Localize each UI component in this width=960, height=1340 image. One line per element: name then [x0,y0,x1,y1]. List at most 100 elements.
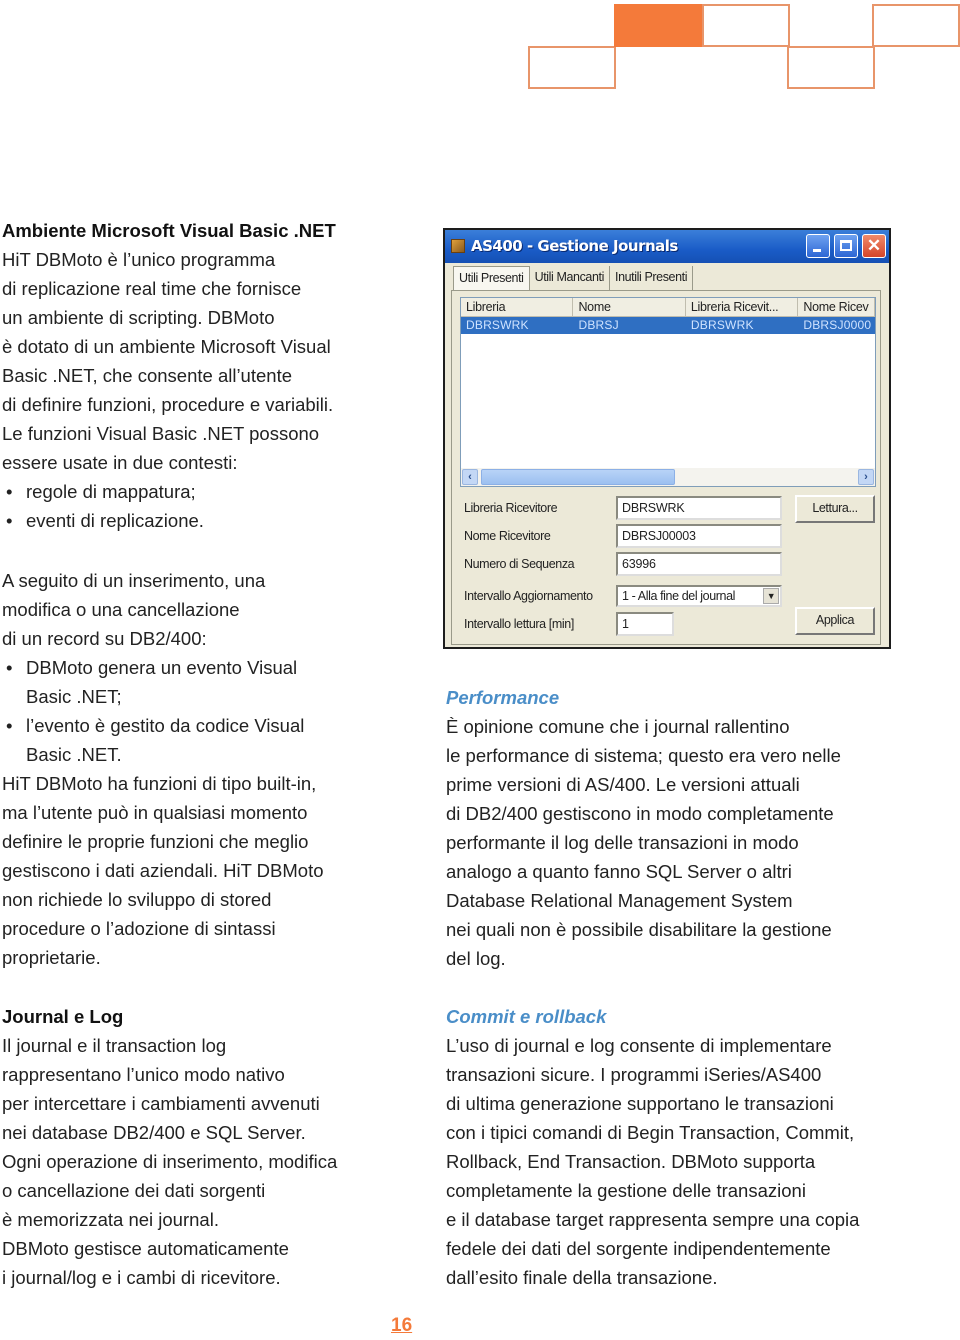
column-header-nome[interactable]: Nome [573,298,686,316]
text-line: nei quali non è possibile disabilitare l… [446,919,832,940]
text-line: È opinione comune che i journal rallenti… [446,716,790,737]
text-line: è dotato di un ambiente Microsoft Visual [2,336,331,357]
text-line: transazioni sicure. I programmi iSeries/… [446,1064,822,1085]
text-line: di un record su DB2/400: [2,628,207,649]
text-line: A seguito di un inserimento, una [2,570,266,591]
text-line: Database Relational Management System [446,890,793,911]
left-column-section2: A seguito di un inserimento, una modific… [2,566,372,972]
text-line: di ultima generazione supportano le tran… [446,1093,834,1114]
window-title: AS400 - Gestione Journals [471,237,678,255]
left-column: Ambiente Microsoft Visual Basic .NET HiT… [2,216,372,535]
decor-box [787,46,875,89]
app-icon [451,239,465,253]
close-icon: ✕ [866,236,882,255]
text-line: per intercettare i cambiamenti avvenuti [2,1093,320,1114]
bullet-item: DBMoto genera un evento Visual [2,653,372,682]
select-intervallo-aggiornamento[interactable]: 1 - Alla fine del journal ▼ [616,585,782,607]
label-numero-sequenza: Numero di Sequenza [464,557,575,571]
decor-box [528,46,616,89]
heading-commit-rollback: Commit e rollback [446,1006,607,1027]
text-line: un ambiente di scripting. DBMoto [2,307,275,328]
input-numero-sequenza[interactable]: 63996 [616,552,782,576]
text-line: Ogni operazione di inserimento, modifica [2,1151,338,1172]
bullet-item: eventi di replicazione. [2,506,372,535]
text-line: ma l’utente può in qualsiasi momento [2,802,308,823]
cell-libreria-ricevitore: DBRSWRK [690,318,754,332]
right-column-commit: Commit e rollback L’uso di journal e log… [446,1002,926,1292]
maximize-button[interactable] [834,234,858,258]
label-intervallo-lettura: Intervallo lettura [min] [464,617,574,631]
tab-bar: Utili Presenti Utili Mancanti Inutili Pr… [453,266,694,292]
text-line: con i tipici comandi di Begin Transactio… [446,1122,855,1143]
text-line: definire le proprie funzioni che meglio [2,831,309,852]
bullet-item: l’evento è gestito da codice Visual [2,711,372,740]
tab-utili-mancanti[interactable]: Utili Mancanti [530,266,610,290]
text-line: i journal/log e i cambi di ricevitore. [2,1267,281,1288]
scroll-left-icon[interactable]: ‹ [462,469,478,485]
heading-journal-log: Journal e Log [2,1006,124,1027]
heading-performance: Performance [446,687,560,708]
text-line: o cancellazione dei dati sorgenti [2,1180,266,1201]
applica-button[interactable]: Applica [795,607,875,635]
input-nome-ricevitore[interactable]: DBRSJ00003 [616,524,782,548]
text-line: gestiscono i dati aziendali. HiT DBMoto [2,860,324,881]
text-line: del log. [446,948,506,969]
input-intervallo-lettura[interactable]: 1 [616,612,674,636]
tab-inutili-presenti[interactable]: Inutili Presenti [610,266,694,290]
text-line: Il journal e il transaction log [2,1035,227,1056]
cell-nome: DBRSJ [578,318,619,332]
bullet-continuation: Basic .NET. [26,744,122,765]
text-line: procedure o l’adozione di sintassi [2,918,276,939]
journal-list[interactable]: Libreria Nome Libreria Ricevit... Nome R… [460,297,876,487]
as400-journals-window: AS400 - Gestione Journals ✕ Utili Presen… [443,228,891,649]
horizontal-scrollbar[interactable]: ‹ › [461,468,875,486]
text-line: rappresentano l’unico modo nativo [2,1064,285,1085]
text-line: non richiede lo sviluppo di stored [2,889,272,910]
text-line: di definire funzioni, procedure e variab… [2,394,334,415]
text-line: completamente la gestione delle transazi… [446,1180,806,1201]
text-line: Rollback, End Transaction. DBMoto suppor… [446,1151,816,1172]
text-line: L’uso di journal e log consente di imple… [446,1035,832,1056]
select-value: 1 - Alla fine del journal [622,589,735,603]
minimize-icon [813,249,821,252]
column-header-libreria[interactable]: Libreria [461,298,574,316]
text-line: di DB2/400 gestiscono in modo completame… [446,803,834,824]
bullet-item: regole di mappatura; [2,477,372,506]
label-intervallo-aggiornamento: Intervallo Aggiornamento [464,589,593,603]
list-header: Libreria Nome Libreria Ricevit... Nome R… [461,298,875,317]
column-header-libreria-ricevitore[interactable]: Libreria Ricevit... [686,298,799,316]
input-libreria-ricevitore[interactable]: DBRSWRK [616,496,782,520]
minimize-button[interactable] [806,234,830,258]
close-button[interactable]: ✕ [862,234,886,258]
bullet-continuation: Basic .NET; [26,686,122,707]
text-line: e il database target rappresenta sempre … [446,1209,860,1230]
text-line: modifica o una cancellazione [2,599,240,620]
text-line: di replicazione real time che fornisce [2,278,302,299]
left-column-section3: Journal e Log Il journal e il transactio… [2,1002,372,1292]
decor-box [702,4,790,47]
text-line: fedele dei dati del sorgente indipendent… [446,1238,831,1259]
column-header-nome-ricevitore[interactable]: Nome Ricev [798,298,875,316]
tab-panel: Libreria Nome Libreria Ricevit... Nome R… [451,290,881,645]
text-line: le performance di sistema; questo era ve… [446,745,841,766]
scrollbar-thumb[interactable] [481,469,675,485]
cell-libreria: DBRSWRK [466,318,529,332]
scroll-right-icon[interactable]: › [858,469,874,485]
text-line: Basic .NET, che consente all’utente [2,365,292,386]
decor-box-filled [614,4,704,47]
label-nome-ricevitore: Nome Ricevitore [464,529,551,543]
right-column-performance: Performance È opinione comune che i jour… [446,683,916,973]
window-titlebar[interactable]: AS400 - Gestione Journals ✕ [445,230,889,263]
text-line: HiT DBMoto ha funzioni di tipo built-in, [2,773,317,794]
list-row-selected[interactable]: DBRSWRK DBRSJ DBRSWRK DBRSJ0000 [461,317,875,334]
text-line: performante il log delle transazioni in … [446,832,799,853]
heading-visual-basic: Ambiente Microsoft Visual Basic .NET [2,220,336,241]
lettura-button[interactable]: Lettura... [795,495,875,523]
chevron-down-icon[interactable]: ▼ [763,588,779,604]
text-line: Le funzioni Visual Basic .NET possono [2,423,320,444]
decor-box [872,4,960,47]
tab-utili-presenti[interactable]: Utili Presenti [453,266,530,292]
page-number: 16 [391,1315,413,1336]
maximize-icon [840,240,852,251]
cell-nome-ricevitore: DBRSJ0000 [803,318,872,332]
